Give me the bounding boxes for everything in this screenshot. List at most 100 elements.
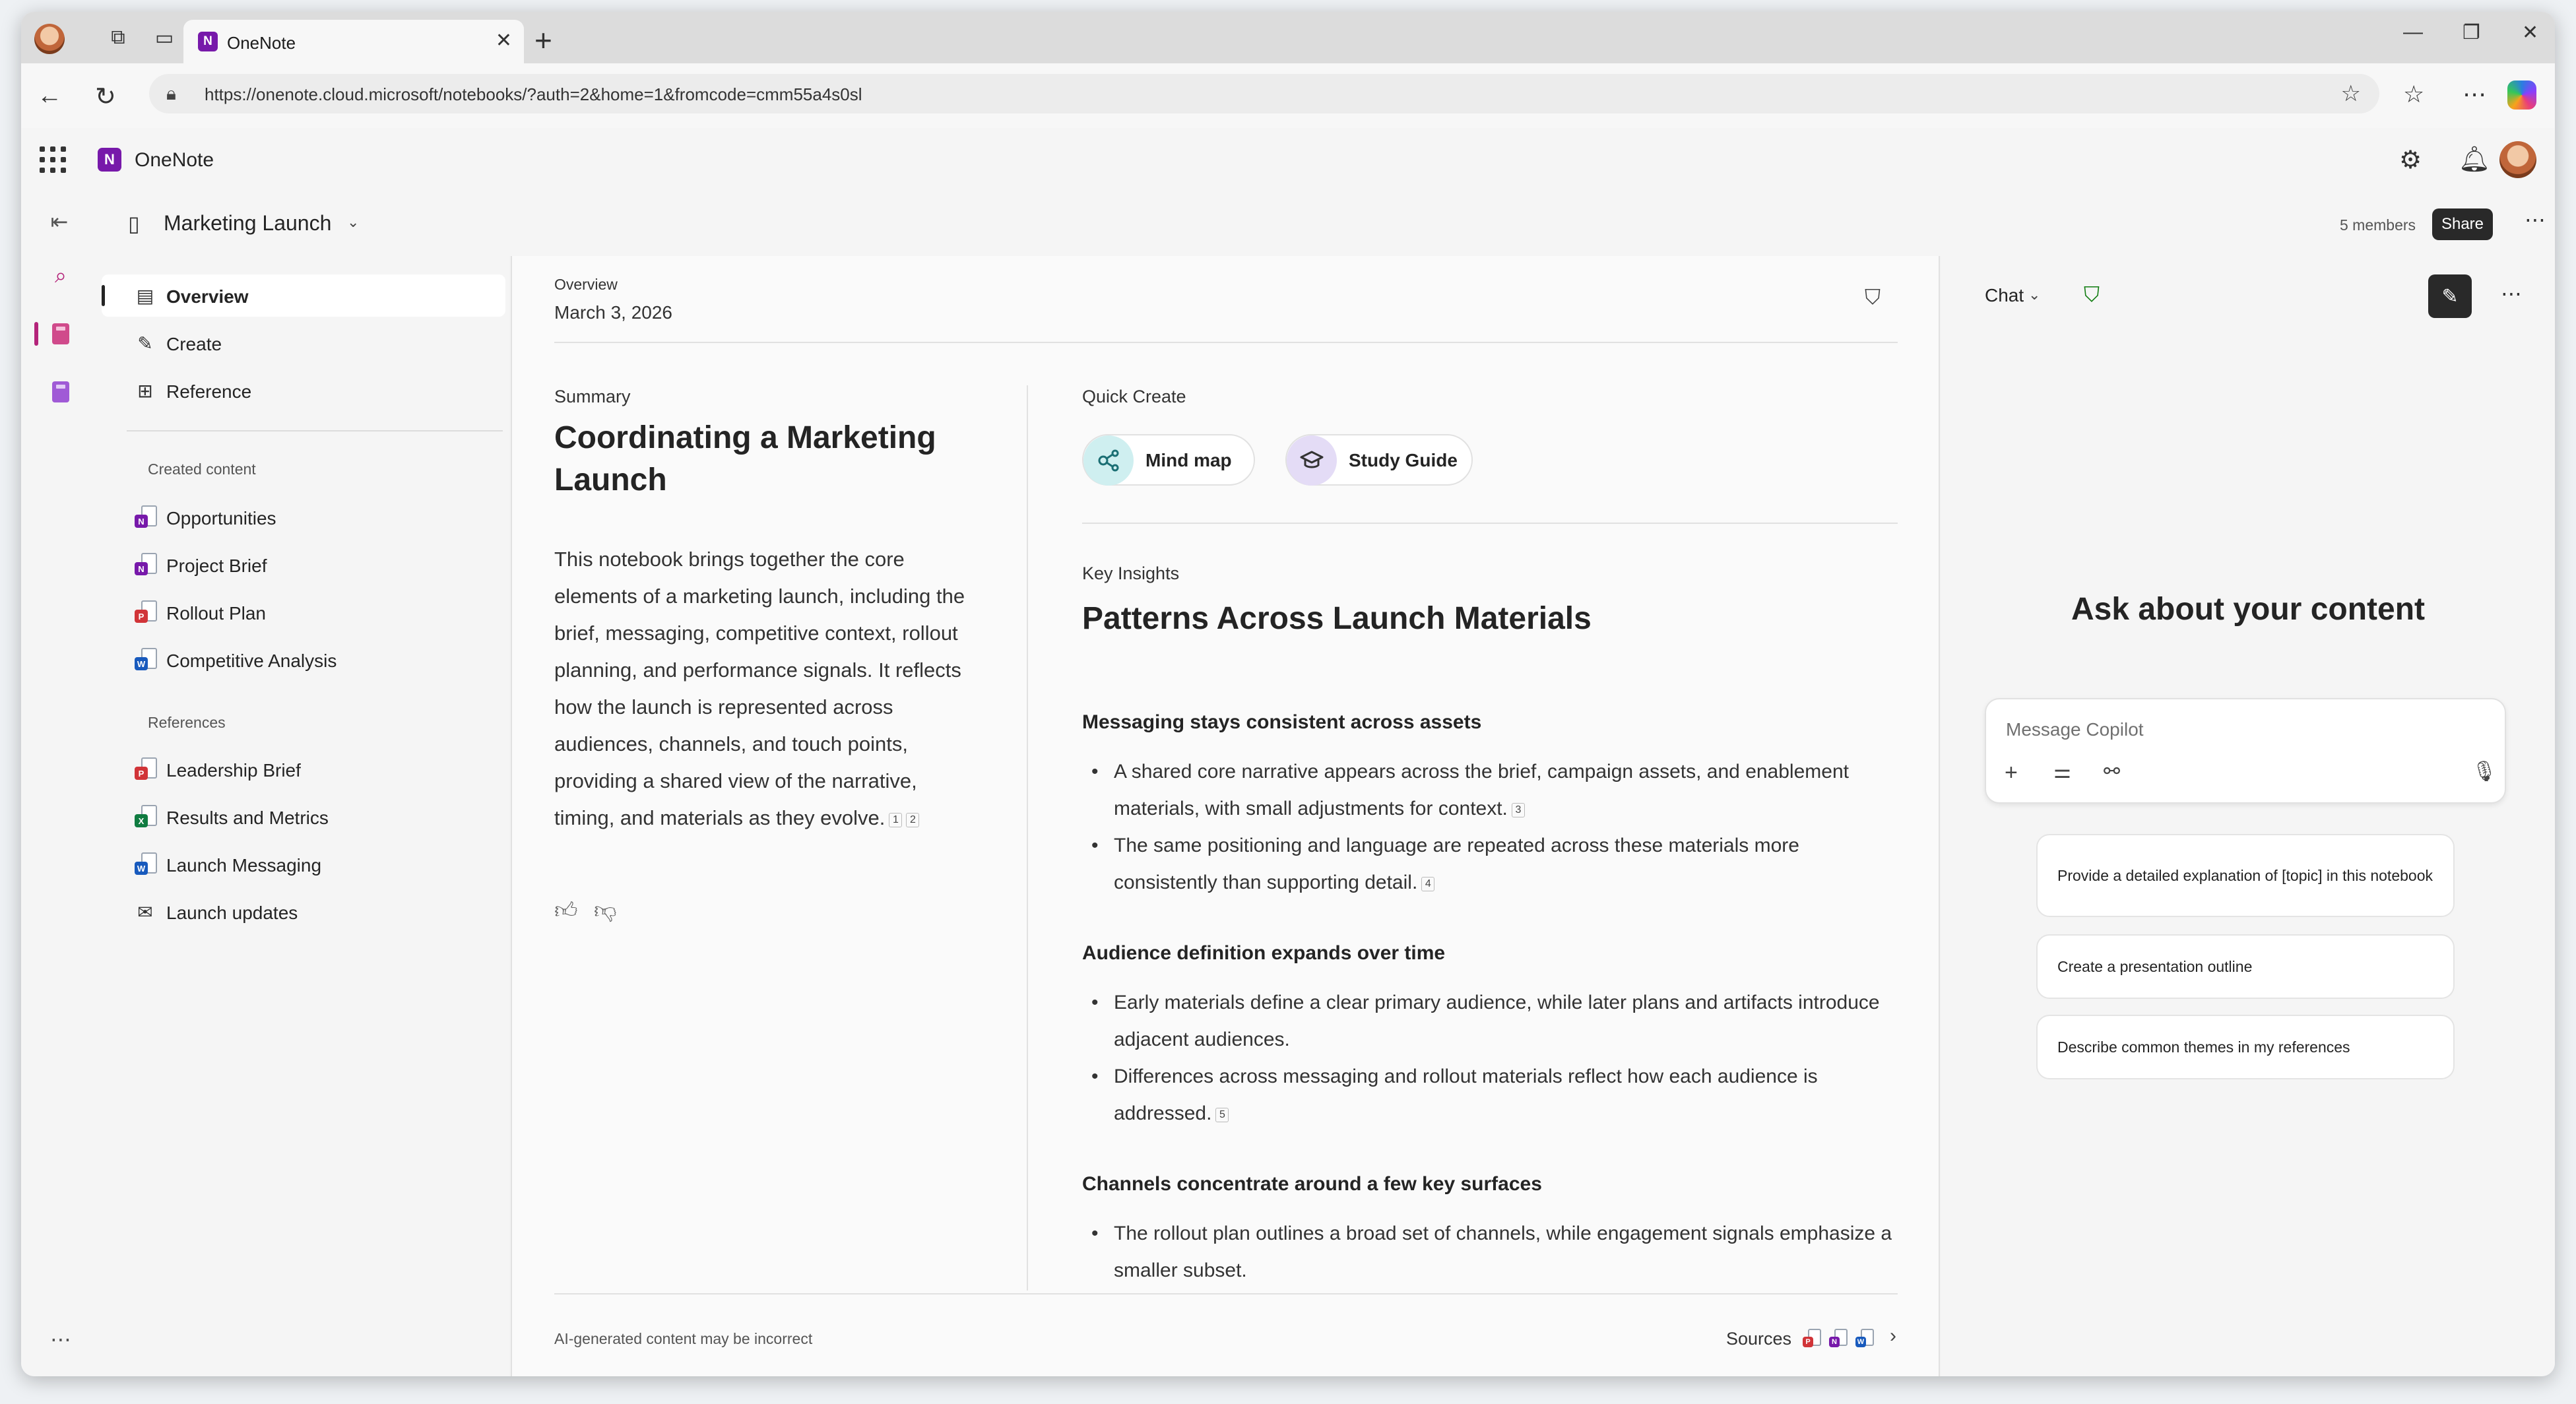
browser-tab-onenote[interactable]: N OneNote ✕ (183, 20, 524, 63)
study-guide-button[interactable]: Study Guide (1285, 434, 1473, 486)
close-window-icon[interactable]: ✕ (2522, 21, 2538, 44)
browser-window: ⧉ ▭ N OneNote ✕ + — ❐ ✕ ← ↻ 🔒︎ https://o… (21, 12, 2555, 1376)
citation-badge[interactable]: 5 (1215, 1108, 1229, 1122)
nav-item-reference[interactable]: ⊞ Reference (102, 369, 505, 412)
chevron-down-icon[interactable]: ⌄ (2028, 286, 2040, 303)
more-apps-icon[interactable]: ⋯ (48, 1326, 74, 1353)
nav-item-overview[interactable]: ▤ Overview (102, 274, 505, 317)
created-item-competitive-analysis[interactable]: W Competitive Analysis (102, 639, 505, 681)
onenote-source-icon[interactable]: N (1829, 1329, 1848, 1347)
search-icon[interactable]: ⌕ (48, 263, 74, 289)
favorites-icon[interactable]: ☆ (2403, 80, 2424, 108)
created-item-rollout-plan[interactable]: P Rollout Plan (102, 591, 505, 633)
restore-icon[interactable]: ❐ (2463, 21, 2480, 44)
vertical-tabs-icon[interactable]: ▭ (152, 25, 177, 50)
citation-badge[interactable]: 1 (889, 813, 903, 827)
chat-title[interactable]: Chat (1985, 285, 2024, 306)
shield-icon[interactable]: ⛉ (1865, 285, 1881, 310)
user-avatar[interactable] (2499, 141, 2536, 178)
chat-panel: Chat ⌄ ⛉ ✎ ⋯ Ask about your content Mess… (1941, 256, 2555, 1376)
created-item-project-brief[interactable]: N Project Brief (102, 544, 505, 586)
favorite-star-icon[interactable]: ☆ (2341, 80, 2361, 107)
thumbs-up-icon[interactable]: 👍︎ (554, 897, 578, 924)
summary-text: This notebook brings together the core e… (554, 548, 965, 829)
chevron-right-icon[interactable]: › (1890, 1325, 1896, 1347)
chat-more-icon[interactable]: ⋯ (2501, 281, 2522, 306)
url-text[interactable]: https://onenote.cloud.microsoft/notebook… (205, 84, 862, 105)
new-chat-button[interactable]: ✎ (2428, 274, 2472, 318)
collapse-panel-icon[interactable]: ⇤ (46, 208, 73, 235)
reference-item-results-and-metrics[interactable]: X Results and Metrics (102, 796, 505, 838)
browser-tabstrip: ⧉ ▭ N OneNote ✕ + — ❐ ✕ (21, 12, 2555, 63)
settings-gear-icon[interactable]: ⚙ (2399, 145, 2422, 175)
members-count[interactable]: 5 members (2340, 216, 2416, 234)
ai-disclaimer: AI-generated content may be incorrect (554, 1330, 813, 1347)
add-icon[interactable]: + (2005, 760, 2018, 786)
workspaces-icon[interactable]: ⧉ (106, 25, 131, 50)
word-file-icon: W (135, 852, 157, 875)
microphone-icon[interactable]: 🎙︎ (2472, 760, 2497, 783)
divider (554, 1293, 1898, 1294)
suggestion-button[interactable]: Create a presentation outline (2036, 934, 2455, 999)
copilot-icon[interactable] (2507, 80, 2536, 110)
back-icon[interactable]: ← (37, 82, 62, 110)
overview-date: March 3, 2026 (554, 302, 672, 323)
address-bar[interactable]: 🔒︎ https://onenote.cloud.microsoft/noteb… (149, 74, 2379, 113)
app-header: N OneNote ⚙ 🔔︎ (21, 128, 2555, 193)
column-divider (1027, 385, 1028, 1291)
nav-label: Project Brief (166, 556, 267, 576)
mind-map-icon (1083, 435, 1134, 486)
pdf-file-icon: P (135, 600, 157, 623)
insight-bullet: The same positioning and language are re… (1091, 827, 1906, 901)
citation-badge[interactable]: 4 (1421, 877, 1435, 891)
citation-badge[interactable]: 2 (906, 813, 920, 827)
suggestion-button[interactable]: Provide a detailed explanation of [topic… (2036, 834, 2455, 917)
notifications-bell-icon[interactable]: 🔔︎ (2459, 145, 2490, 174)
sources-label[interactable]: Sources (1726, 1329, 1791, 1349)
notebook-title[interactable]: Marketing Launch (164, 211, 331, 236)
link-icon[interactable]: ⚯ (2104, 760, 2120, 783)
overview-icon: ▤ (136, 285, 154, 306)
tab-title: OneNote (227, 33, 296, 53)
more-icon[interactable]: ⋯ (2463, 80, 2486, 108)
insight-bullet: The rollout plan outlines a broad set of… (1091, 1215, 1906, 1289)
notebook-title-icon: ▯ (128, 212, 140, 236)
word-source-icon[interactable]: W (1855, 1329, 1874, 1347)
nav-label: Overview (166, 286, 249, 307)
divider (1082, 523, 1898, 524)
created-item-opportunities[interactable]: N Opportunities (102, 496, 505, 538)
chevron-down-icon[interactable]: ⌄ (347, 214, 359, 231)
thumbs-down-icon[interactable]: 👎︎ (594, 897, 617, 924)
insight-heading: Channels concentrate around a few key su… (1082, 1173, 1542, 1195)
app-launcher-icon[interactable] (40, 146, 66, 173)
pdf-source-icon[interactable]: P (1803, 1329, 1821, 1347)
citation-badge[interactable]: 3 (1511, 803, 1525, 817)
reference-icon: ⊞ (137, 380, 153, 401)
share-button[interactable]: Share (2432, 208, 2493, 240)
reference-item-launch-updates[interactable]: ✉ Launch updates (102, 891, 505, 933)
overview-main: Overview March 3, 2026 ⛉ Summary Coordin… (511, 256, 1940, 1376)
nav-label: Opportunities (166, 508, 276, 528)
protected-shield-icon[interactable]: ⛉ (2084, 282, 2100, 307)
nav-item-create[interactable]: ✎ Create (102, 322, 505, 364)
mind-map-button[interactable]: Mind map (1082, 434, 1255, 486)
reference-item-launch-messaging[interactable]: W Launch Messaging (102, 843, 505, 885)
site-info-icon[interactable]: 🔒︎ (166, 83, 176, 105)
browser-profile-avatar[interactable] (34, 24, 65, 54)
insight-heading: Audience definition expands over time (1082, 942, 1446, 964)
pdf-file-icon: P (135, 757, 157, 780)
new-tab-button[interactable]: + (534, 22, 552, 58)
suggestion-button[interactable]: Describe common themes in my references (2036, 1015, 2455, 1079)
minimize-icon[interactable]: — (2403, 21, 2423, 44)
nav-label: Launch updates (166, 903, 298, 923)
close-tab-icon[interactable]: ✕ (496, 29, 512, 52)
notebook-icon[interactable] (48, 321, 74, 347)
message-copilot-input[interactable]: Message Copilot + ⚌ ⚯ 🎙︎ (1985, 698, 2506, 804)
notebook-more-icon[interactable]: ⋯ (2525, 207, 2546, 232)
reference-item-leadership-brief[interactable]: P Leadership Brief (102, 748, 505, 790)
refresh-icon[interactable]: ↻ (95, 82, 116, 112)
settings-sliders-icon[interactable]: ⚌ (2053, 760, 2071, 783)
mail-icon: ✉ (137, 901, 153, 922)
notebook-bar: ▯ Marketing Launch ⌄ 5 members Share ⋯ (94, 193, 2555, 256)
notebooks-list-icon[interactable] (48, 379, 74, 405)
